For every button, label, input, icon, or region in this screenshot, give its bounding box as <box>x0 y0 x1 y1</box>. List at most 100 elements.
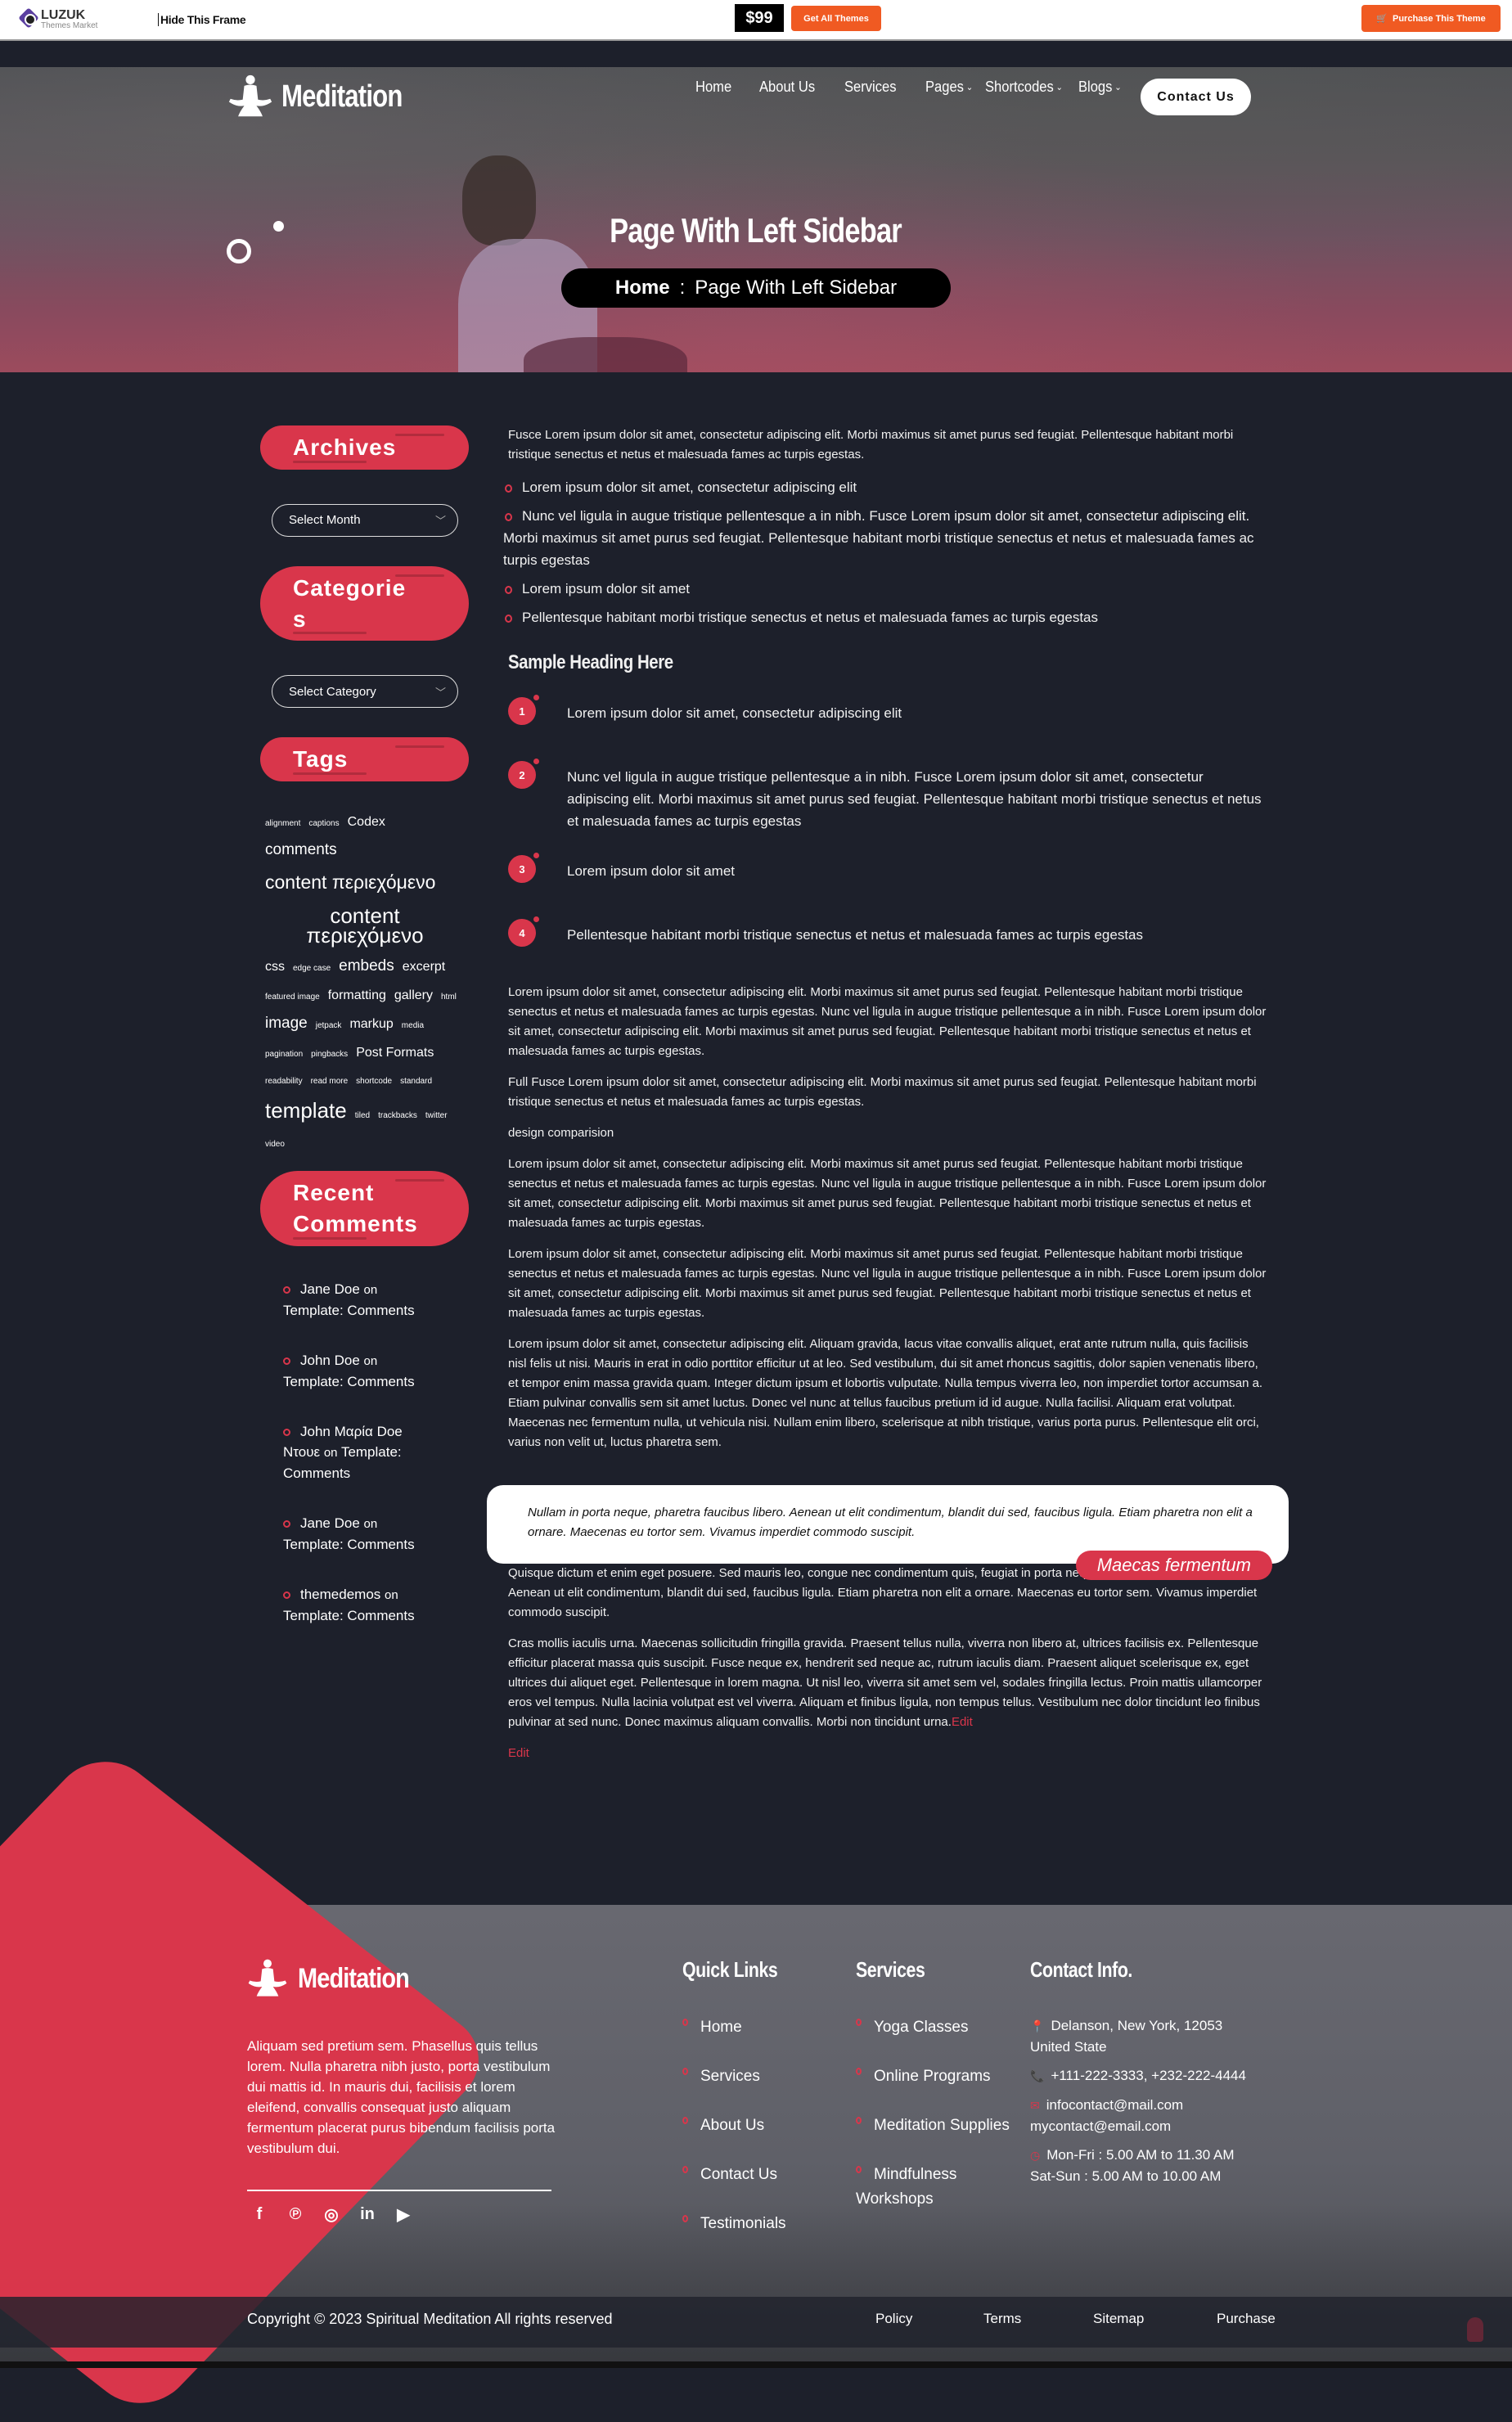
tag-link[interactable]: pingbacks <box>311 1050 348 1060</box>
comment-author[interactable]: Jane Doe <box>300 1515 360 1531</box>
scroll-to-top-button[interactable] <box>1467 2317 1483 2342</box>
tag-link[interactable]: featured image <box>265 993 320 1002</box>
terms-link[interactable]: Terms <box>983 2311 1093 2327</box>
purchase-link[interactable]: Purchase <box>1217 2311 1276 2327</box>
comment-author[interactable]: themedemos <box>300 1587 380 1602</box>
numbered-item: 2 Nunc vel ligula in augue tristique pell… <box>503 759 1272 832</box>
footer-link[interactable]: Yoga Classes <box>856 2015 1011 2040</box>
footer-link[interactable]: Testimonials <box>682 2212 799 2236</box>
intro-paragraph: Fusce Lorem ipsum dolor sit amet, consec… <box>508 428 1234 461</box>
tag-link[interactable]: embeds <box>339 957 394 976</box>
nav-shortcodes[interactable]: Shortcodes ⌄ <box>985 79 1063 96</box>
nav-about-us[interactable]: About Us <box>759 79 815 96</box>
tag-link[interactable]: twitter <box>425 1111 448 1121</box>
instagram-icon[interactable]: ◎ <box>322 2204 340 2225</box>
bullet-item: Lorem ipsum dolor sit amet <box>503 578 1272 600</box>
recent-comment-item: John Μαρία Doe Ντουε on Template: Commen… <box>283 1423 403 1481</box>
tag-link[interactable]: edge case <box>293 964 331 974</box>
site-logo[interactable]: Meditation <box>227 74 429 119</box>
tag-link[interactable]: content περιεχόμενο <box>283 905 447 947</box>
breadcrumb-home[interactable]: Home <box>615 277 670 299</box>
tag-link[interactable]: media <box>402 1021 424 1031</box>
purchase-theme-button[interactable]: 🛒 Purchase This Theme <box>1361 5 1501 32</box>
policy-link[interactable]: Policy <box>875 2311 983 2327</box>
nav-blogs[interactable]: Blogs ⌄ <box>1078 79 1122 96</box>
facebook-icon[interactable]: f <box>250 2205 268 2224</box>
tag-link[interactable]: read more <box>311 1077 349 1087</box>
numbered-item: 4 Pellentesque habitant morbi tristique s… <box>503 916 1272 960</box>
footer-link[interactable]: Home <box>682 2015 799 2040</box>
nav-services[interactable]: Services <box>844 79 897 96</box>
tag-link[interactable]: gallery <box>394 988 433 1003</box>
tag-link[interactable]: tiled <box>355 1111 370 1121</box>
demo-frame-bar: LUZUK Themes Market Hide This Frame $99 … <box>0 0 1512 41</box>
tag-link[interactable]: comments <box>265 841 337 860</box>
comment-author[interactable]: Jane Doe <box>300 1281 360 1297</box>
footer-logo[interactable]: Meditation <box>247 1957 429 2000</box>
archives-title: Archives <box>260 425 469 470</box>
footer-bottom-links: Policy Terms Sitemap Purchase <box>875 2311 1276 2327</box>
footer-link[interactable]: About Us <box>682 2114 799 2138</box>
tag-link[interactable]: readability <box>265 1077 303 1087</box>
number-badge: 1 <box>508 695 539 725</box>
circle-bullet-icon <box>505 512 512 521</box>
services-title: Services <box>856 1957 925 1982</box>
categories-title: Categorie s <box>260 565 469 642</box>
body-paragraph: Lorem ipsum dolor sit amet, consectetur … <box>508 1157 1267 1230</box>
footer-link[interactable]: Services <box>682 2064 799 2089</box>
tag-link[interactable]: html <box>441 993 457 1002</box>
tag-link[interactable]: content περιεχόμενο <box>265 871 435 894</box>
comment-post-link[interactable]: Template: Comments <box>283 1537 415 1552</box>
tag-link[interactable]: excerpt <box>403 959 445 975</box>
tag-link[interactable]: markup <box>349 1016 393 1032</box>
comment-post-link[interactable]: Template: Comments <box>283 1303 415 1318</box>
luzuk-logo[interactable]: LUZUK Themes Market <box>20 6 97 34</box>
categories-select[interactable]: Select Category ﹀ <box>272 675 458 709</box>
body-paragraphs: Lorem ipsum dolor sit amet, consectetur … <box>503 983 1272 1452</box>
get-all-themes-button[interactable]: Get All Themes <box>791 6 881 31</box>
tag-link[interactable]: alignment <box>265 819 300 829</box>
main-content: Fusce Lorem ipsum dolor sit amet, consec… <box>487 425 1289 1775</box>
tag-link[interactable]: image <box>265 1015 308 1033</box>
body-paragraph: Lorem ipsum dolor sit amet, consectetur … <box>508 1337 1263 1449</box>
breadcrumb: Home : Page With Left Sidebar <box>561 268 951 308</box>
footer-link[interactable]: Mindfulness Workshops <box>856 2163 1011 2212</box>
youtube-icon[interactable]: ▶ <box>394 2204 412 2225</box>
footer-link[interactable]: Online Programs <box>856 2064 1011 2089</box>
footer-services: Services Yoga Classes Online Programs Medi… <box>856 1957 1011 2236</box>
inline-edit-link[interactable]: Edit <box>952 1715 973 1729</box>
sitemap-link[interactable]: Sitemap <box>1093 2311 1217 2327</box>
footer-link[interactable]: Meditation Supplies <box>856 2114 1011 2138</box>
tag-link[interactable]: captions <box>308 819 339 829</box>
recent-comment-item: Jane Doe on Template: Comments <box>283 1515 415 1552</box>
nav-home[interactable]: Home <box>695 79 731 96</box>
tag-link[interactable]: template <box>265 1098 347 1123</box>
comment-post-link[interactable]: Template: Comments <box>283 1608 415 1623</box>
contact-us-button[interactable]: Contact Us <box>1141 79 1251 115</box>
footer-link[interactable]: Contact Us <box>682 2163 799 2187</box>
edit-link[interactable]: Edit <box>503 1744 1272 1763</box>
comment-post-link[interactable]: Template: Comments <box>283 1374 415 1389</box>
tag-link[interactable]: Post Formats <box>356 1045 434 1060</box>
breadcrumb-current: Page With Left Sidebar <box>695 277 898 299</box>
tag-link[interactable]: trackbacks <box>378 1111 417 1121</box>
tag-link[interactable]: pagination <box>265 1050 303 1060</box>
recent-comments-list: Jane Doe on Template: Comments John Doe o… <box>283 1279 469 1626</box>
chevron-down-icon: ⌄ <box>965 83 974 92</box>
tag-link[interactable]: css <box>265 959 285 975</box>
tag-link[interactable]: Codex <box>348 814 385 830</box>
tag-link[interactable]: standard <box>400 1077 432 1087</box>
circle-bullet-icon <box>283 1357 290 1365</box>
linkedin-icon[interactable]: in <box>358 2205 376 2224</box>
comment-author[interactable]: John Doe <box>300 1353 360 1368</box>
tag-link[interactable]: video <box>265 1140 285 1150</box>
tag-link[interactable]: shortcode <box>356 1077 392 1087</box>
tag-link[interactable]: jetpack <box>316 1021 342 1031</box>
hide-frame-link[interactable]: Hide This Frame <box>158 13 246 26</box>
clock-icon: ◷ <box>1030 2149 1041 2162</box>
pinterest-icon[interactable]: ℗ <box>286 2205 304 2224</box>
nav-pages[interactable]: Pages ⌄ <box>925 79 973 96</box>
tag-link[interactable]: formatting <box>328 988 386 1003</box>
breadcrumb-separator: : <box>679 277 686 299</box>
archives-select[interactable]: Select Month ﹀ <box>272 503 458 537</box>
